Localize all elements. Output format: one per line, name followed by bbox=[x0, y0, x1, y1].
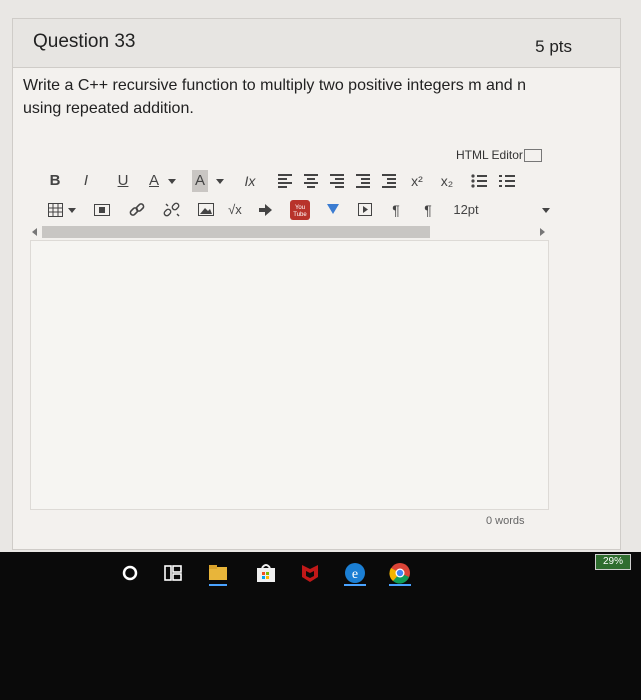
youtube-icon[interactable]: YouTube bbox=[290, 200, 310, 220]
svg-text:You: You bbox=[295, 205, 305, 211]
bullet-list-icon[interactable] bbox=[471, 174, 487, 188]
superscript-button[interactable]: x² bbox=[408, 170, 426, 192]
indent-icon[interactable] bbox=[382, 174, 396, 188]
italic-button[interactable]: I bbox=[79, 170, 93, 192]
scroll-thumb[interactable] bbox=[42, 226, 430, 238]
numbered-list-icon[interactable] bbox=[499, 174, 515, 188]
image-icon[interactable] bbox=[198, 203, 214, 216]
answer-editor[interactable] bbox=[30, 240, 549, 510]
scroll-right-icon[interactable] bbox=[540, 228, 545, 236]
clear-formatting-button[interactable]: Ix bbox=[241, 170, 259, 192]
text-color-button[interactable]: A bbox=[147, 170, 161, 192]
taskbar: e 29% bbox=[0, 552, 641, 700]
link-icon[interactable] bbox=[129, 202, 145, 218]
html-editor-label: HTML Editor bbox=[456, 148, 523, 162]
embed-icon[interactable] bbox=[258, 203, 273, 217]
svg-text:Tube: Tube bbox=[293, 212, 307, 218]
background-color-dropdown-icon[interactable] bbox=[216, 179, 224, 184]
background-color-button[interactable]: A bbox=[192, 170, 208, 192]
question-points: 5 pts bbox=[535, 37, 572, 56]
unlink-icon[interactable] bbox=[163, 202, 181, 218]
editor-scrollbar[interactable] bbox=[30, 225, 547, 239]
edge-icon[interactable]: e bbox=[342, 560, 368, 586]
keyboard-icon bbox=[523, 149, 542, 163]
font-size-dropdown-icon[interactable] bbox=[542, 208, 550, 213]
task-view-icon[interactable] bbox=[160, 560, 186, 586]
vimeo-icon[interactable] bbox=[327, 204, 339, 214]
media-icon[interactable] bbox=[94, 204, 110, 216]
question-header: Question 33 5 pts bbox=[13, 19, 620, 68]
align-right-icon[interactable] bbox=[330, 174, 344, 188]
html-editor-toggle[interactable]: HTML Editor bbox=[456, 148, 542, 163]
battery-indicator[interactable]: 29% bbox=[595, 554, 631, 570]
font-size-select[interactable]: 12pt bbox=[451, 199, 481, 221]
word-count: 0 words bbox=[486, 515, 525, 527]
align-left-icon[interactable] bbox=[278, 174, 292, 188]
underline-button[interactable]: U bbox=[116, 170, 130, 192]
mcafee-icon[interactable] bbox=[297, 560, 323, 586]
outdent-icon[interactable] bbox=[356, 174, 370, 188]
table-dropdown-icon[interactable] bbox=[68, 208, 76, 213]
text-color-dropdown-icon[interactable] bbox=[168, 179, 176, 184]
question-text: Write a C++ recursive function to multip… bbox=[23, 77, 527, 117]
svg-text:e: e bbox=[352, 567, 358, 582]
file-explorer-icon[interactable] bbox=[205, 560, 231, 586]
chrome-icon[interactable] bbox=[387, 560, 413, 586]
equation-button[interactable]: √x bbox=[224, 199, 246, 221]
subscript-button[interactable]: x₂ bbox=[438, 170, 456, 192]
scroll-left-icon[interactable] bbox=[32, 228, 37, 236]
align-center-icon[interactable] bbox=[304, 174, 318, 188]
table-icon[interactable] bbox=[48, 203, 63, 217]
store-icon[interactable] bbox=[253, 560, 279, 586]
rtl-button[interactable]: ¶ bbox=[418, 199, 438, 221]
media-player-icon[interactable] bbox=[358, 203, 372, 216]
ltr-button[interactable]: ¶ bbox=[386, 199, 406, 221]
bold-button[interactable]: B bbox=[48, 170, 62, 192]
cortana-icon[interactable] bbox=[117, 560, 143, 586]
question-title: Question 33 bbox=[33, 31, 136, 52]
